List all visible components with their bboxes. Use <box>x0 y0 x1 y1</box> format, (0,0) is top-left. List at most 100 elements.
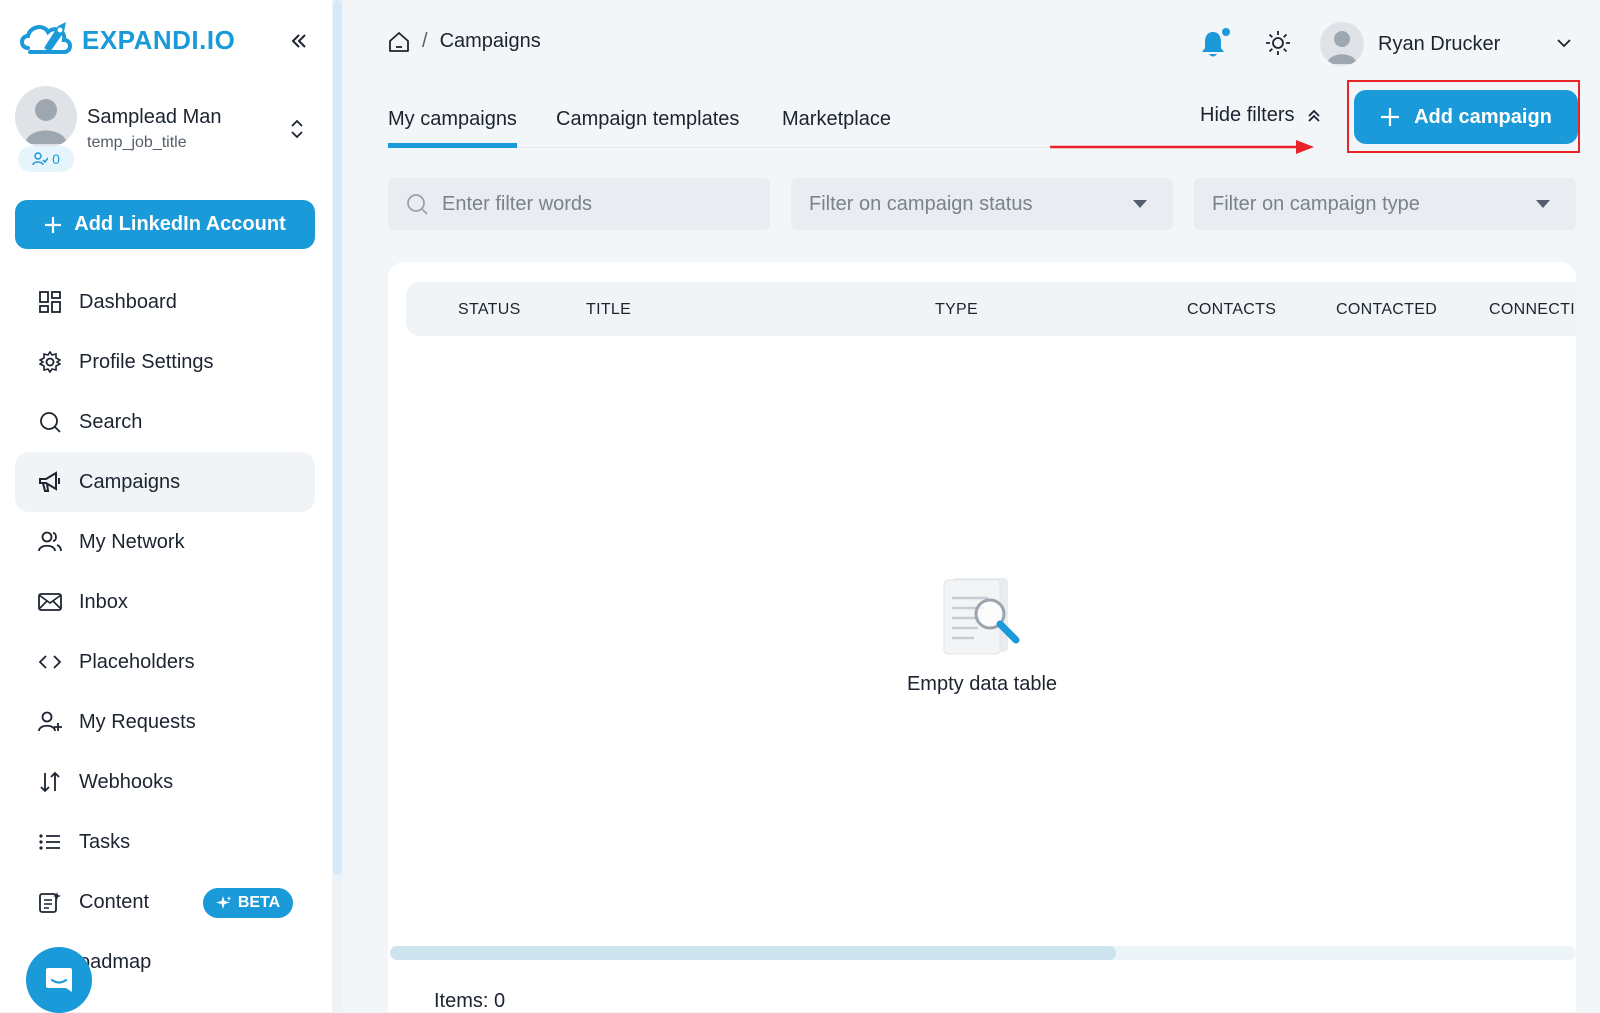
column-header-contacts[interactable]: CONTACTS <box>1187 301 1276 319</box>
sidebar-item-search[interactable]: Search <box>15 392 315 452</box>
empty-state: Empty data table <box>388 576 1576 696</box>
chevrons-left-icon <box>291 34 306 48</box>
hide-filters-label: Hide filters <box>1200 104 1295 126</box>
rocket-logo-icon <box>20 22 72 54</box>
column-header-connections[interactable]: CONNECTI <box>1489 301 1575 319</box>
sidebar-item-placeholders[interactable]: Placeholders <box>15 632 315 692</box>
sidebar-item-tasks[interactable]: Tasks <box>15 812 315 872</box>
column-header-title[interactable]: TITLE <box>586 301 631 319</box>
sidebar-item-my-requests[interactable]: My Requests <box>15 692 315 752</box>
home-icon[interactable] <box>388 31 410 53</box>
profile-job-title: temp_job_title <box>87 134 187 151</box>
sidebar-item-label: My Network <box>79 530 185 553</box>
tab-marketplace[interactable]: Marketplace <box>782 108 891 148</box>
gear-icon <box>37 349 63 375</box>
sidebar-item-profile-settings[interactable]: Profile Settings <box>15 332 315 392</box>
content-icon <box>37 889 63 915</box>
search-icon <box>407 194 428 215</box>
brand-name: EXPANDI.IO <box>82 24 236 55</box>
beta-label: BETA <box>237 894 281 911</box>
sidebar-item-label: Tasks <box>79 830 131 853</box>
campaign-status-select[interactable]: Filter on campaign status <box>791 178 1173 230</box>
hide-filters-toggle[interactable]: Hide filters <box>1200 104 1322 127</box>
sidebar-item-label: Placeholders <box>79 650 195 673</box>
avatar-placeholder-icon <box>1327 31 1357 64</box>
filter-search-input[interactable] <box>442 192 742 216</box>
collapse-sidebar-button[interactable] <box>286 28 312 54</box>
breadcrumb: / Campaigns <box>388 30 541 53</box>
topbar: / Campaigns Ryan Drucker <box>343 0 1600 90</box>
sidebar-nav: Dashboard Profile Settings Search Campai… <box>15 272 315 992</box>
table-horizontal-scrollbar[interactable] <box>390 946 1576 960</box>
sidebar-item-label: Webhooks <box>79 770 174 793</box>
connections-badge: 0 <box>18 146 74 172</box>
campaigns-table-card: STATUS TITLE TYPE CONTACTS CONTACTED CON… <box>388 262 1576 1012</box>
items-count: Items: 0 <box>434 990 506 1012</box>
breadcrumb-current: Campaigns <box>439 30 541 52</box>
avatar[interactable] <box>15 86 77 148</box>
chevron-down-icon <box>1557 39 1571 48</box>
column-header-type[interactable]: TYPE <box>935 301 978 319</box>
table-header: STATUS TITLE TYPE CONTACTS CONTACTED CON… <box>406 282 1576 336</box>
add-linkedin-account-button[interactable]: Add LinkedIn Account <box>15 200 315 249</box>
sidebar-item-dashboard[interactable]: Dashboard <box>15 272 315 332</box>
profile-card: 0 Samplead Man temp_job_title <box>15 86 315 176</box>
notification-dot <box>1222 28 1230 36</box>
megaphone-icon <box>37 469 63 495</box>
avatar <box>1320 22 1364 66</box>
annotation-arrow <box>1050 140 1314 154</box>
column-header-contacted[interactable]: CONTACTED <box>1336 301 1437 319</box>
sidebar: EXPANDI.IO 0 Samplead Man temp_job_title… <box>0 0 332 1013</box>
tab-campaign-templates[interactable]: Campaign templates <box>556 108 739 148</box>
beta-badge: BETA <box>203 888 293 918</box>
sidebar-item-label: Campaigns <box>79 470 181 493</box>
sidebar-item-inbox[interactable]: Inbox <box>15 572 315 632</box>
sidebar-item-label: Search <box>79 410 143 433</box>
empty-state-text: Empty data table <box>906 673 1058 695</box>
connections-count: 0 <box>52 151 60 167</box>
brand-logo[interactable]: EXPANDI.IO <box>18 18 235 62</box>
user-check-icon <box>32 152 49 166</box>
users-icon <box>37 529 63 555</box>
add-campaign-button[interactable]: Add campaign <box>1354 90 1578 144</box>
sidebar-item-label: My Requests <box>79 710 196 733</box>
chat-icon <box>46 968 72 992</box>
empty-document-search-icon <box>943 578 1020 655</box>
tab-my-campaigns[interactable]: My campaigns <box>388 108 517 148</box>
sparkle-icon <box>215 896 232 909</box>
filter-search-field[interactable] <box>388 178 770 230</box>
table-scrollbar-thumb[interactable] <box>390 946 1116 960</box>
chevron-updown-icon <box>291 119 303 139</box>
plus-icon <box>1381 108 1400 126</box>
sun-icon <box>1266 31 1290 55</box>
chat-widget-button[interactable] <box>26 947 92 1013</box>
sidebar-item-webhooks[interactable]: Webhooks <box>15 752 315 812</box>
user-menu[interactable]: Ryan Drucker <box>1320 22 1500 66</box>
sidebar-item-campaigns[interactable]: Campaigns <box>15 452 315 512</box>
caret-down-icon <box>1536 200 1550 208</box>
code-icon <box>37 649 63 675</box>
sidebar-item-label: Content <box>79 890 150 913</box>
chevrons-up-icon <box>1308 109 1321 122</box>
sidebar-item-label: Profile Settings <box>79 350 214 373</box>
mail-icon <box>37 589 63 615</box>
list-icon <box>37 829 63 855</box>
breadcrumb-separator: / <box>422 30 428 52</box>
sidebar-item-label: Inbox <box>79 590 128 613</box>
campaign-type-select[interactable]: Filter on campaign type <box>1194 178 1576 230</box>
user-plus-icon <box>37 709 63 735</box>
user-menu-toggle[interactable] <box>1555 34 1575 54</box>
sidebar-item-content[interactable]: Content BETA <box>15 872 315 932</box>
sidebar-item-my-network[interactable]: My Network <box>15 512 315 572</box>
column-header-status[interactable]: STATUS <box>458 301 521 319</box>
theme-toggle-button[interactable] <box>1265 30 1295 60</box>
switch-account-button[interactable] <box>287 116 307 142</box>
campaign-status-placeholder: Filter on campaign status <box>809 192 1033 215</box>
plus-icon <box>45 216 62 233</box>
sidebar-scrollbar-thumb[interactable] <box>333 0 342 875</box>
sidebar-scrollbar[interactable] <box>332 0 343 1012</box>
arrows-updown-icon <box>37 769 63 795</box>
avatar-placeholder-icon <box>25 99 67 144</box>
notifications-button[interactable] <box>1200 28 1230 60</box>
caret-down-icon <box>1133 200 1147 208</box>
